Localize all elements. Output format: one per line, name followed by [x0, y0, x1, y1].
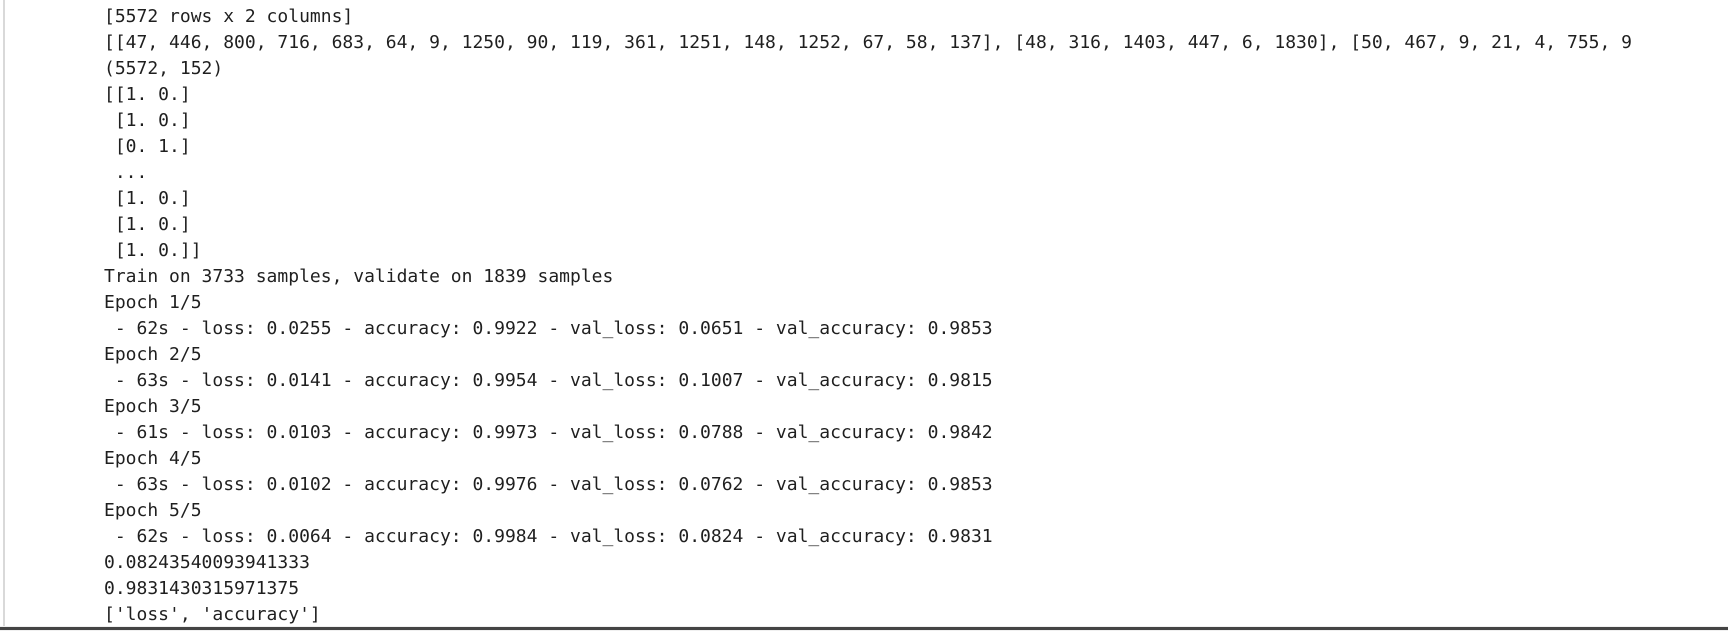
- output-line-epoch-metrics: - 63s - loss: 0.0141 - accuracy: 0.9954 …: [104, 370, 993, 391]
- cell-output-area: [5572 rows x 2 columns] [[47, 446, 800, …: [104, 4, 1728, 624]
- output-line-matrix-row: [1. 0.]]: [104, 240, 202, 261]
- output-line-matrix-row: [1. 0.]: [104, 188, 191, 209]
- output-line-eval-loss: 0.08243540093941333: [104, 552, 310, 573]
- output-line-matrix-ellipsis: ...: [104, 162, 148, 183]
- notebook-output-frame: [5572 rows x 2 columns] [[47, 446, 800, …: [0, 0, 1728, 631]
- horizontal-scrollbar-thumb[interactable]: [0, 627, 1728, 630]
- output-line-epoch-metrics: - 62s - loss: 0.0064 - accuracy: 0.9984 …: [104, 526, 993, 547]
- output-line-matrix-row: [1. 0.]: [104, 110, 191, 131]
- output-line-epoch-header: Epoch 1/5: [104, 292, 202, 313]
- output-line-epoch-metrics: - 61s - loss: 0.0103 - accuracy: 0.9973 …: [104, 422, 993, 443]
- output-line-epoch-header: Epoch 5/5: [104, 500, 202, 521]
- output-line-matrix-row: [1. 0.]: [104, 214, 191, 235]
- output-line-epoch-metrics: - 62s - loss: 0.0255 - accuracy: 0.9922 …: [104, 318, 993, 339]
- output-line-sequences: [[47, 446, 800, 716, 683, 64, 9, 1250, 9…: [104, 32, 1633, 53]
- output-line-epoch-header: Epoch 4/5: [104, 448, 202, 469]
- output-line-train-info: Train on 3733 samples, validate on 1839 …: [104, 266, 614, 287]
- output-line-shape-summary: [5572 rows x 2 columns]: [104, 6, 354, 27]
- output-line-epoch-metrics: - 63s - loss: 0.0102 - accuracy: 0.9976 …: [104, 474, 993, 495]
- output-line-array-shape: (5572, 152): [104, 58, 224, 79]
- output-line-metrics-names: ['loss', 'accuracy']: [104, 604, 321, 624]
- output-line-matrix-row: [[1. 0.]: [104, 84, 191, 105]
- output-line-epoch-header: Epoch 2/5: [104, 344, 202, 365]
- cell-left-border: [3, 0, 5, 627]
- output-line-epoch-header: Epoch 3/5: [104, 396, 202, 417]
- output-line-matrix-row: [0. 1.]: [104, 136, 191, 157]
- output-line-eval-accuracy: 0.9831430315971375: [104, 578, 300, 599]
